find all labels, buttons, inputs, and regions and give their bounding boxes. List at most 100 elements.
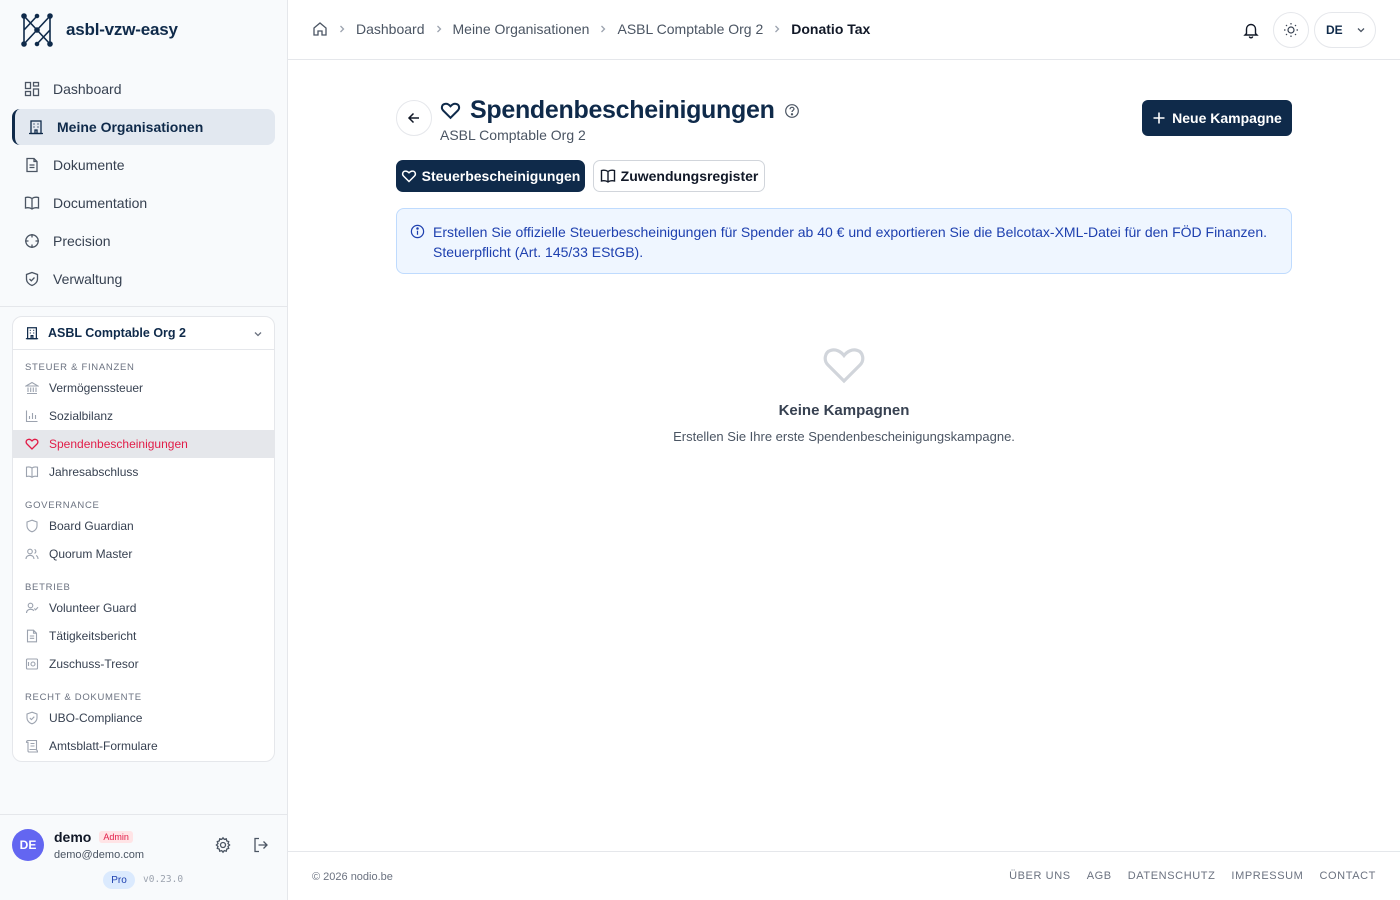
page-subtitle: ASBL Comptable Org 2 [440, 127, 586, 143]
app-logo[interactable]: asbl-vzw-easy [20, 12, 178, 48]
sub-label: UBO-Compliance [49, 711, 143, 725]
breadcrumb-current: Donatio Tax [791, 21, 871, 37]
empty-state-text: Erstellen Sie Ihre erste Spendenbeschein… [673, 429, 1015, 444]
sub-label: Vermögenssteuer [49, 381, 144, 395]
plan-badge: Pro [103, 871, 135, 889]
building-icon [25, 327, 39, 340]
breadcrumb-link[interactable]: ASBL Comptable Org 2 [617, 21, 763, 37]
sub-item-zuschuss-tresor[interactable]: Zuschuss-Tresor [13, 650, 274, 678]
page-title-row: Spendenbescheinigungen [440, 96, 800, 125]
sub-item-spendenbescheinigungen[interactable]: Spendenbescheinigungen [13, 430, 274, 458]
sidebar-divider [0, 306, 287, 307]
org-switcher[interactable]: ASBL Comptable Org 2 [13, 317, 274, 350]
sub-item-jahresabschluss[interactable]: Jahresabschluss [13, 458, 274, 486]
footer-link-imprint[interactable]: IMPRESSUM [1231, 870, 1303, 882]
vault-icon [25, 658, 39, 670]
heart-icon [25, 438, 39, 450]
help-icon[interactable] [784, 103, 800, 119]
footer-link-agb[interactable]: AGB [1087, 870, 1112, 882]
footer-link-privacy[interactable]: DATENSCHUTZ [1128, 870, 1216, 882]
book-icon [25, 466, 39, 478]
chevron-down-icon [1357, 28, 1365, 33]
heart-icon [401, 170, 416, 183]
sidebar: asbl-vzw-easy Dashboard Meine Organisati… [0, 0, 288, 900]
copyright: © 2026 nodio.be [312, 871, 393, 883]
breadcrumb-link[interactable]: Meine Organisationen [453, 21, 590, 37]
sub-label: Jahresabschluss [49, 465, 139, 479]
chevron-right-icon [340, 25, 345, 33]
sub-item-amtsblatt-formulare[interactable]: Amtsblatt-Formulare [13, 732, 274, 760]
nav-label: Meine Organisationen [57, 119, 204, 135]
nav-label: Dashboard [53, 81, 122, 97]
info-banner: Erstellen Sie offizielle Steuerbescheini… [396, 208, 1292, 274]
bell-icon[interactable] [1242, 21, 1260, 39]
chevron-right-icon [601, 25, 606, 33]
sun-icon [1284, 23, 1298, 37]
nav-item-verwaltung[interactable]: Verwaltung [12, 261, 275, 297]
nav-item-organisations[interactable]: Meine Organisationen [12, 109, 275, 145]
plus-icon [1153, 112, 1165, 124]
nav-item-documentation[interactable]: Documentation [12, 185, 275, 221]
users-icon [25, 548, 39, 560]
user-check-icon [25, 602, 39, 614]
logo-icon [21, 13, 53, 47]
nav-item-dashboard[interactable]: Dashboard [12, 71, 275, 107]
nav-item-documents[interactable]: Dokumente [12, 147, 275, 183]
tab-label: Steuerbescheinigungen [421, 168, 581, 184]
group-title: BETRIEB [25, 582, 71, 593]
sub-item-quorum-master[interactable]: Quorum Master [13, 540, 274, 568]
tab-steuerbescheinigungen[interactable]: Steuerbescheinigungen [396, 160, 585, 192]
group-title: RECHT & DOKUMENTE [25, 692, 142, 703]
sub-item-vermoegenssteuer[interactable]: Vermögenssteuer [13, 374, 274, 402]
group-title: GOVERNANCE [25, 500, 100, 511]
sub-item-ubo-compliance[interactable]: UBO-Compliance [13, 704, 274, 732]
book-open-icon [600, 169, 615, 183]
user-name-row: demo Admin [54, 829, 133, 845]
sub-item-sozialbilanz[interactable]: Sozialbilanz [13, 402, 274, 430]
sub-label: Quorum Master [49, 547, 133, 561]
chevron-right-icon [775, 25, 780, 33]
heart-outline-icon [823, 348, 865, 384]
logout-icon[interactable] [252, 836, 270, 854]
app-name: asbl-vzw-easy [66, 20, 178, 39]
empty-state-title: Keine Kampagnen [778, 402, 910, 419]
sub-label: Spendenbescheinigungen [49, 437, 188, 451]
footer: © 2026 nodio.be ÜBER UNS AGB DATENSCHUTZ… [288, 851, 1400, 900]
breadcrumb-link[interactable]: Dashboard [356, 21, 425, 37]
main-nav: Dashboard Meine Organisationen Dokumente… [12, 71, 275, 299]
sub-item-board-guardian[interactable]: Board Guardian [13, 512, 274, 540]
sub-item-volunteer-guard[interactable]: Volunteer Guard [13, 594, 274, 622]
breadcrumb: Dashboard Meine Organisationen ASBL Comp… [312, 21, 870, 37]
nav-label: Dokumente [53, 157, 125, 173]
sub-label: Amtsblatt-Formulare [49, 739, 158, 753]
footer-link-contact[interactable]: CONTACT [1319, 870, 1376, 882]
nav-label: Documentation [53, 195, 148, 211]
org-panel: ASBL Comptable Org 2 STEUER & FINANZEN V… [12, 316, 275, 762]
sub-label: Zuschuss-Tresor [49, 657, 139, 671]
nav-label: Verwaltung [53, 271, 123, 287]
role-badge: Admin [99, 831, 133, 843]
user-email: demo@demo.com [54, 849, 145, 861]
footer-links: ÜBER UNS AGB DATENSCHUTZ IMPRESSUM CONTA… [1009, 870, 1376, 882]
home-icon[interactable] [312, 21, 328, 37]
gear-icon[interactable] [214, 836, 232, 854]
shield-icon [26, 519, 38, 533]
user-name: demo [54, 829, 92, 845]
theme-toggle-button[interactable] [1273, 12, 1309, 48]
dashboard-icon [24, 81, 40, 97]
bar-chart-icon [25, 410, 38, 423]
avatar[interactable]: DE [12, 829, 44, 861]
document-icon [26, 157, 38, 173]
footer-link-about[interactable]: ÜBER UNS [1009, 870, 1071, 882]
sub-label: Tätigkeitsbericht [49, 629, 137, 643]
shield-check-icon [26, 711, 38, 725]
nav-label: Precision [53, 233, 111, 249]
sub-item-taetigkeitsbericht[interactable]: Tätigkeitsbericht [13, 622, 274, 650]
tab-zuwendungsregister[interactable]: Zuwendungsregister [593, 160, 765, 192]
new-campaign-button[interactable]: Neue Kampagne [1142, 100, 1292, 136]
chevron-down-icon [254, 332, 262, 337]
nav-item-precision[interactable]: Precision [12, 223, 275, 259]
back-button[interactable] [396, 100, 432, 136]
language-select[interactable]: DE [1314, 12, 1376, 48]
info-icon [410, 224, 425, 239]
